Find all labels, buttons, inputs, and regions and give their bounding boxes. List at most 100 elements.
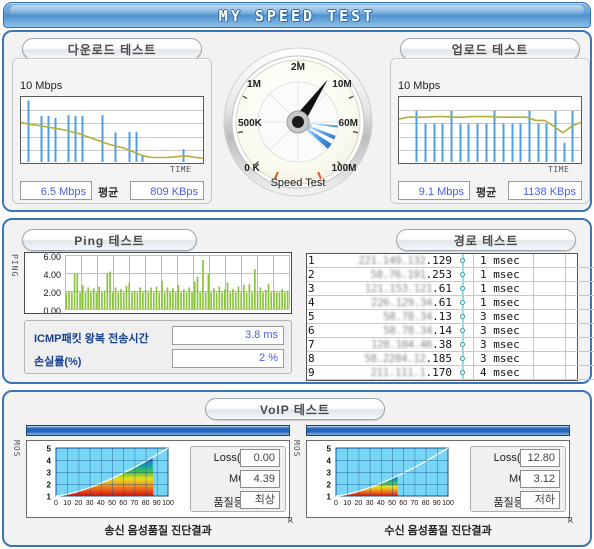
route-node-icon (452, 310, 474, 324)
voip-send-loss-value: 0.00 (240, 449, 280, 467)
route-latency: 1 msec (474, 268, 534, 282)
route-ip-last-octet: .61 (432, 296, 452, 309)
voip-y-tick: 3 (47, 469, 52, 478)
voip-y-tick: 1 (47, 493, 52, 502)
voip-y-tick: 5 (47, 445, 52, 454)
voip-x-tick: 20 (75, 500, 83, 507)
route-ip-last-octet: .38 (432, 338, 452, 351)
route-ip-last-octet: .129 (425, 254, 453, 267)
table-row[interactable]: 5 58.78.34.13 (307, 310, 452, 324)
voip-y-tick: 1 (327, 493, 332, 502)
route-table[interactable]: 1 221.149.132.129 1 msec 2 58.76.191.253 1 ms… (306, 253, 594, 381)
route-empty-cell (534, 310, 566, 324)
upload-speed-value: 9.1 Mbps (398, 181, 470, 200)
route-empty-cell (566, 296, 594, 310)
route-empty-cell (534, 338, 566, 352)
voip-recv-axis-label: MOS (292, 440, 301, 458)
voip-x-tick: 90 (433, 500, 441, 507)
voip-x-tick: 70 (131, 500, 139, 507)
voip-send-axis-label: MOS (12, 440, 21, 458)
route-empty-cell (534, 254, 566, 268)
voip-test-header: VoIP 테스트 (205, 398, 385, 420)
route-hop-number: 7 (308, 338, 315, 351)
route-empty-cell (566, 352, 594, 366)
voip-x-tick: 100 (442, 500, 454, 507)
route-hop-number: 5 (308, 310, 315, 323)
route-empty-cell (566, 268, 594, 282)
voip-x-tick: 20 (355, 500, 363, 507)
voip-recv-mos-value: 3.12 (520, 470, 560, 488)
window-title: MY SPEED TEST (218, 7, 376, 25)
voip-recv-grade-value: 저하 (520, 491, 560, 509)
voip-x-tick: 70 (411, 500, 419, 507)
route-ip-masked: 128.104.46 (370, 338, 433, 351)
route-ip-masked: 58.78.34 (383, 324, 433, 337)
route-empty-cell (534, 352, 566, 366)
route-hop-number: 2 (308, 268, 315, 281)
route-node-icon (452, 296, 474, 310)
voip-recv-chart: 5 4 3 2 1 0 10 20 30 40 50 60 70 80 90 100 (306, 440, 466, 518)
ping-chart: 6.00 4.00 2.00 0.00 (24, 252, 292, 316)
table-row[interactable]: 6 58.78.34.14 (307, 324, 452, 338)
table-row[interactable]: 3 121.153.121.61 (307, 282, 452, 296)
table-row[interactable]: 4 226.129.34.61 (307, 296, 452, 310)
ping-rtt-label: ICMP패킷 왕복 전송시간 (34, 333, 149, 345)
download-chart (20, 96, 204, 164)
voip-recv-caption: 수신 음성품질 진단결과 (384, 525, 492, 537)
gauge-caption: Speed Test (271, 177, 326, 189)
gauge-tick-label: 2M (291, 62, 305, 73)
voip-x-tick: 0 (54, 500, 58, 507)
gauge-tick-label: 0 K (244, 163, 260, 174)
route-node-icon (452, 254, 474, 268)
table-row[interactable]: 2 58.76.191.253 (307, 268, 452, 282)
voip-recv-loss-value: 12.80 (520, 449, 560, 467)
route-hop-number: 8 (308, 352, 315, 365)
download-average-value: 809 KBps (130, 181, 204, 200)
speed-gauge-canvas: 0 K 500K 1M 2M 10M 60M 100M Speed Test (223, 47, 373, 197)
route-ip-masked: 58.76.191 (370, 268, 426, 281)
voip-y-tick: 2 (327, 481, 332, 490)
route-hop-number: 4 (308, 296, 315, 309)
voip-x-tick: 30 (86, 500, 94, 507)
route-empty-cell (566, 310, 594, 324)
upload-chart (398, 96, 582, 164)
route-ip-masked: 221.149.132 (358, 254, 426, 267)
voip-y-tick: 4 (47, 457, 52, 466)
route-latency: 1 msec (474, 282, 534, 296)
route-empty-cell (566, 254, 594, 268)
ping-rtt-value: 3.8 ms (172, 326, 284, 345)
table-row[interactable]: 8 58.2284.12.185 (307, 352, 452, 366)
route-node-icon (452, 338, 474, 352)
download-unit-label: 10 Mbps (20, 80, 63, 92)
download-chart-canvas (20, 100, 204, 162)
route-node-icon (452, 324, 474, 338)
table-row[interactable]: 1 221.149.132.129 (307, 254, 452, 268)
voip-y-tick: 3 (327, 469, 332, 478)
route-empty-cell (534, 324, 566, 338)
table-row[interactable]: 9 211.111.1.170 (307, 366, 452, 380)
voip-y-tick: 2 (47, 481, 52, 490)
upload-chart-canvas (398, 110, 582, 162)
route-empty-cell (566, 324, 594, 338)
table-row[interactable]: 7 128.104.46.38 (307, 338, 452, 352)
route-empty-cell (566, 338, 594, 352)
upload-average-label: 평균 (476, 187, 497, 199)
route-latency: 3 msec (474, 352, 534, 366)
route-ip-masked: 226.129.34 (370, 296, 433, 309)
voip-send-caption: 송신 음성품질 진단결과 (104, 525, 212, 537)
voip-recv-canvas: 5 4 3 2 10 10 20 30 40 50 60 70 80 90 100 (327, 445, 454, 508)
voip-x-tick: 40 (377, 500, 385, 507)
route-latency: 4 msec (474, 366, 534, 380)
upload-time-axis: TIME (548, 165, 570, 174)
route-ip-masked: 211.111.1 (370, 366, 426, 379)
upload-test-header: 업로드 테스트 (400, 38, 580, 60)
ping-loss-label: 손실률(%) (34, 356, 82, 368)
route-ip-last-octet: .253 (425, 268, 453, 281)
ping-chart-canvas: 6.00 4.00 2.00 0.00 (43, 252, 290, 316)
route-empty-cell (534, 296, 566, 310)
route-ip-last-octet: .185 (425, 352, 453, 365)
route-node-icon (452, 352, 474, 366)
route-latency: 3 msec (474, 338, 534, 352)
voip-send-mos-value: 4.39 (240, 470, 280, 488)
route-node-icon (452, 268, 474, 282)
